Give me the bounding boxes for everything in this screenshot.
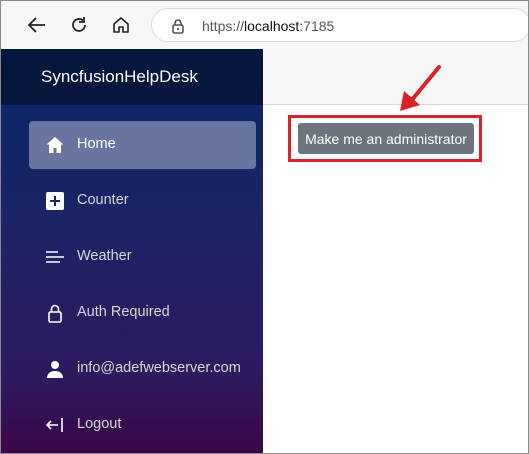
sidebar-item-label: Weather — [77, 248, 132, 264]
sidebar-item-counter[interactable]: Counter — [29, 177, 256, 225]
list-lines-icon — [45, 247, 65, 267]
url-host: localhost — [244, 18, 300, 34]
browser-window: https://localhost:7185 SyncfusionHelpDes… — [0, 0, 529, 454]
home-icon — [45, 135, 65, 155]
person-icon — [45, 359, 65, 379]
sidebar-item-user[interactable]: info@adefwebserver.com — [29, 345, 256, 393]
url-scheme: https:// — [202, 18, 245, 34]
plus-square-icon — [45, 191, 65, 211]
sidebar-item-home[interactable]: Home — [29, 121, 256, 169]
lock-icon[interactable] — [170, 18, 186, 34]
annotation-arrow-icon — [400, 65, 441, 111]
sidebar-item-label: Counter — [77, 192, 129, 208]
browser-toolbar: https://localhost:7185 — [1, 1, 528, 49]
address-bar[interactable]: https://localhost:7185 — [151, 8, 528, 42]
reload-button[interactable] — [63, 9, 95, 41]
reload-icon — [72, 17, 86, 32]
sidebar-item-label: Logout — [77, 416, 122, 432]
url-port: :7185 — [299, 18, 335, 34]
browser-home-icon — [113, 17, 129, 33]
browser-home-button[interactable] — [105, 9, 137, 41]
lock-icon — [45, 303, 65, 323]
sidebar-item-weather[interactable]: Weather — [29, 233, 256, 281]
sidebar-item-label: Auth Required — [77, 304, 170, 320]
sidebar: SyncfusionHelpDesk Home Counter Weather — [1, 49, 263, 453]
back-button[interactable] — [21, 9, 53, 41]
back-arrow-icon — [27, 17, 45, 33]
sidebar-item-label: Home — [77, 136, 116, 152]
logout-arrow-icon — [45, 415, 65, 435]
sidebar-item-logout[interactable]: Logout — [29, 401, 256, 449]
brand-bar: SyncfusionHelpDesk — [1, 49, 263, 105]
sidebar-item-auth-required[interactable]: Auth Required — [29, 289, 256, 337]
sidebar-item-label: info@adefwebserver.com — [77, 360, 241, 376]
highlight-box — [288, 115, 482, 162]
brand-link[interactable]: SyncfusionHelpDesk — [41, 67, 198, 87]
url-text: https://localhost:7185 — [202, 18, 334, 34]
